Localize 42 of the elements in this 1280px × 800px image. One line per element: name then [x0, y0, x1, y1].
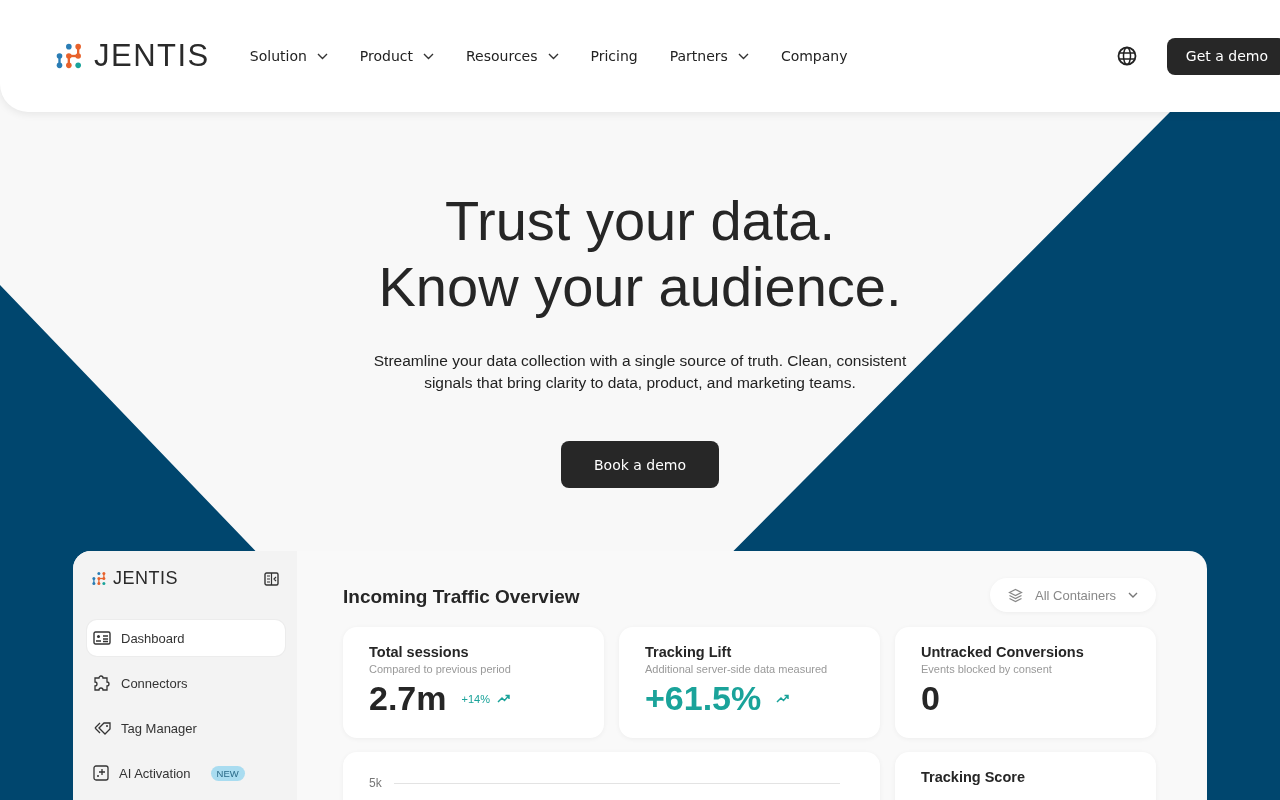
tag-icon [93, 721, 111, 735]
nav-link[interactable]: Pricing [590, 48, 638, 64]
nav-link[interactable]: Solution [249, 48, 328, 64]
globe-icon[interactable] [1116, 46, 1137, 66]
card-title: Tracking Lift [645, 644, 733, 660]
sidebar-item[interactable]: AI Activation NEW [87, 755, 285, 791]
logo-text: JENTIS [113, 568, 178, 589]
sidebar-item[interactable]: Tag Manager [87, 710, 285, 746]
hero-title: Trust your data. [444, 188, 836, 254]
card-title: Untracked Conversions [921, 644, 1085, 660]
sidebar-toggle-icon[interactable] [264, 571, 279, 586]
layers-icon [1008, 587, 1024, 603]
new-badge: NEW [210, 765, 245, 781]
card-subtitle: Events blocked by consent [921, 663, 1053, 675]
logo-icon [56, 42, 84, 70]
card-subtitle: Additional server-side data measured [645, 663, 829, 675]
hero-title: Know your audience. [378, 254, 902, 320]
nav-link[interactable]: Resources [466, 48, 559, 64]
sidebar-item[interactable]: Connectors [87, 665, 285, 701]
card-title: Tracking Score [921, 769, 1026, 785]
card-subtitle: Compared to previous period [369, 663, 512, 675]
logo-text: JENTIS [94, 38, 210, 74]
hero-subtitle: Streamline your data collection with a single source of truth. Clean, consistent signals that bring clarity to data, product, and marketing teams. [372, 351, 908, 393]
dashboard-title: Incoming Traffic Overview [343, 586, 580, 608]
logo-icon [92, 571, 107, 586]
stat-value: +61.5% [645, 679, 762, 718]
axis-label: 5k [369, 776, 382, 790]
card-title: Total sessions [369, 644, 470, 660]
dashboard-icon [93, 631, 111, 645]
nav-link[interactable]: Company [780, 48, 848, 64]
change-label: +14% [461, 692, 490, 705]
chevron-down-icon [1128, 592, 1138, 598]
sparkle-icon [93, 765, 109, 781]
get-demo-button[interactable]: Get a demo [1166, 37, 1280, 75]
sidebar-item[interactable]: Dashboard [87, 620, 285, 656]
container-dropdown[interactable]: All Containers [990, 578, 1156, 612]
nav-link[interactable]: Product [359, 48, 434, 64]
nav-link[interactable]: Partners [669, 48, 749, 64]
stat-value: 0 [921, 679, 940, 718]
book-demo-button[interactable]: Book a demo [561, 441, 719, 488]
puzzle-icon [93, 674, 111, 692]
stat-value: 2.7m [369, 679, 447, 718]
